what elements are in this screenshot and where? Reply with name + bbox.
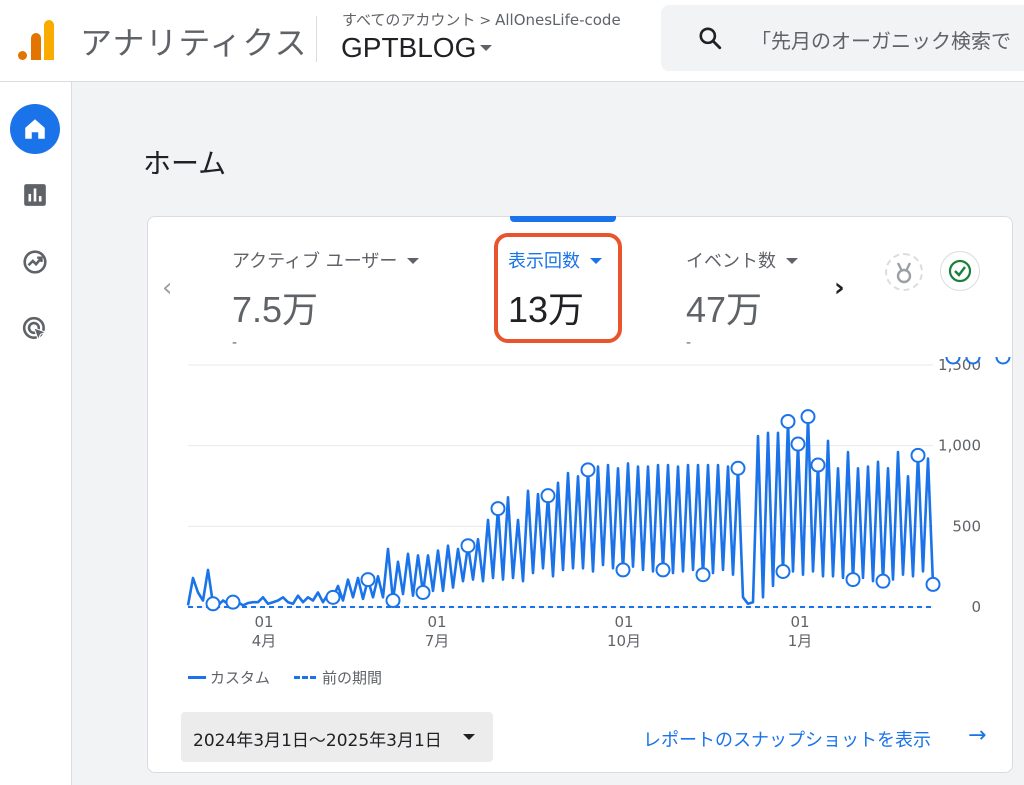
chevron-right-icon[interactable]: › — [834, 273, 845, 303]
metric-active-users[interactable]: アクティブ ユーザー 7.5万 - — [232, 247, 420, 351]
anomaly-marker — [945, 357, 961, 365]
anomaly-marker — [385, 593, 401, 609]
x-tick-day: 01 — [254, 613, 273, 631]
metric-delta: - — [232, 335, 238, 351]
breadcrumb-account: AllOnesLife-code — [495, 11, 621, 29]
medal-icon — [896, 262, 912, 284]
x-tick-day: 01 — [614, 613, 633, 631]
metric-events[interactable]: イベント数 47万 - — [686, 247, 798, 351]
anomaly-marker — [205, 596, 221, 612]
date-range-selector[interactable]: 2024年3月1日～2025年3月1日 — [181, 712, 493, 762]
breadcrumb-all-accounts: すべてのアカウント — [342, 11, 476, 29]
x-tick-day: 01 — [790, 613, 809, 631]
metric-label: イベント数 — [686, 251, 776, 272]
caret-down-icon[interactable] — [407, 257, 420, 264]
breadcrumb[interactable]: すべてのアカウント > AllOnesLife-code — [342, 9, 621, 30]
legend-solid-swatch — [188, 676, 206, 679]
anomaly-marker — [325, 589, 341, 605]
legend-current: カスタム — [210, 669, 271, 687]
anomaly-marker — [910, 447, 926, 463]
target-icon — [22, 316, 48, 342]
anomaly-marker — [615, 562, 631, 578]
caret-down-icon[interactable] — [786, 257, 798, 264]
x-tick-month: 4月 — [252, 632, 277, 650]
anomaly-marker — [790, 436, 806, 452]
top-bar: アナリティクス すべてのアカウント > AllOnesLife-code GPTBL… — [0, 0, 1024, 82]
check-circle-icon — [948, 259, 972, 283]
left-nav — [0, 82, 72, 785]
insights-badge-icon[interactable] — [885, 253, 923, 291]
anomaly-marker — [875, 573, 891, 589]
anomaly-marker — [925, 576, 941, 592]
data-quality-check-icon[interactable] — [940, 251, 980, 291]
anomaly-marker — [655, 562, 671, 578]
nav-reports[interactable] — [10, 170, 60, 220]
bar-chart-icon — [24, 184, 46, 206]
legend-dashed-swatch — [294, 676, 317, 679]
anomaly-marker — [360, 572, 376, 588]
anomaly-marker — [845, 572, 861, 588]
anomaly-marker — [580, 462, 596, 478]
analytics-logo[interactable] — [16, 18, 56, 60]
caret-down-icon — [463, 734, 475, 740]
anomaly-marker — [415, 584, 431, 600]
x-tick-day: 01 — [427, 613, 446, 631]
property-name: GPTBLOG — [341, 32, 477, 63]
legend-previous: 前の期間 — [322, 669, 383, 687]
app-title: アナリティクス — [80, 24, 308, 62]
search-input[interactable]: 「先月のオーガニック検索で — [751, 25, 1011, 54]
chevron-left-icon[interactable]: ‹ — [162, 273, 172, 303]
nav-advertising[interactable] — [10, 304, 60, 354]
home-icon — [25, 119, 45, 139]
nav-explore[interactable] — [10, 237, 60, 287]
anomaly-marker — [540, 488, 556, 504]
metric-value: 47万 — [686, 289, 763, 330]
chart-gridlines — [188, 364, 933, 608]
views-line-chart: 1,5001,0005000 014月017月0110月011月 — [186, 357, 1011, 650]
anomaly-marker — [780, 413, 796, 429]
search-bar[interactable]: 「先月のオーガニック検索で — [661, 5, 1024, 71]
search-icon — [699, 27, 722, 50]
property-selector[interactable]: GPTBLOG — [341, 32, 493, 64]
chart-series — [186, 357, 1011, 612]
series-custom-line — [186, 415, 935, 607]
chart-legend: カスタム 前の期間 — [188, 667, 382, 688]
selected-tab-indicator — [510, 216, 616, 222]
date-range-value: 2024年3月1日～2025年3月1日 — [193, 731, 442, 751]
x-tick-month: 10月 — [607, 632, 641, 650]
nav-home[interactable] — [10, 104, 60, 154]
anomaly-marker — [810, 457, 826, 473]
overview-card: ‹ アクティブ ユーザー 7.5万 - 表示回数 13万 イベント数 47万 -… — [147, 216, 1013, 773]
y-tick-label: 500 — [952, 517, 981, 535]
anomaly-marker — [995, 357, 1011, 365]
y-tick-label: 0 — [971, 598, 981, 616]
x-tick-month: 1月 — [788, 632, 813, 650]
arrow-right-icon[interactable]: → — [968, 723, 986, 748]
x-axis: 014月017月0110月011月 — [252, 613, 813, 650]
explore-icon — [23, 250, 47, 274]
view-snapshot-link[interactable]: レポートのスナップショットを表示 — [643, 726, 931, 752]
anomaly-marker — [460, 538, 476, 554]
header-divider — [316, 16, 317, 62]
metric-value: 7.5万 — [232, 289, 319, 330]
anomaly-marker — [695, 567, 711, 583]
anomaly-marker — [730, 460, 746, 476]
metric-delta: - — [686, 335, 692, 351]
anomaly-marker — [225, 594, 241, 610]
chevron-right-icon: > — [479, 13, 492, 29]
y-tick-label: 1,000 — [938, 437, 981, 455]
anomaly-marker — [965, 357, 981, 365]
caret-down-icon — [480, 44, 493, 51]
y-axis: 1,5001,0005000 — [938, 357, 981, 616]
anomaly-marker — [800, 409, 816, 425]
highlight-annotation — [494, 233, 622, 343]
anomaly-marker — [490, 501, 506, 517]
metric-label: アクティブ ユーザー — [232, 251, 398, 272]
page-title: ホーム — [143, 147, 227, 180]
anomaly-marker — [775, 564, 791, 580]
x-tick-month: 7月 — [425, 632, 450, 650]
